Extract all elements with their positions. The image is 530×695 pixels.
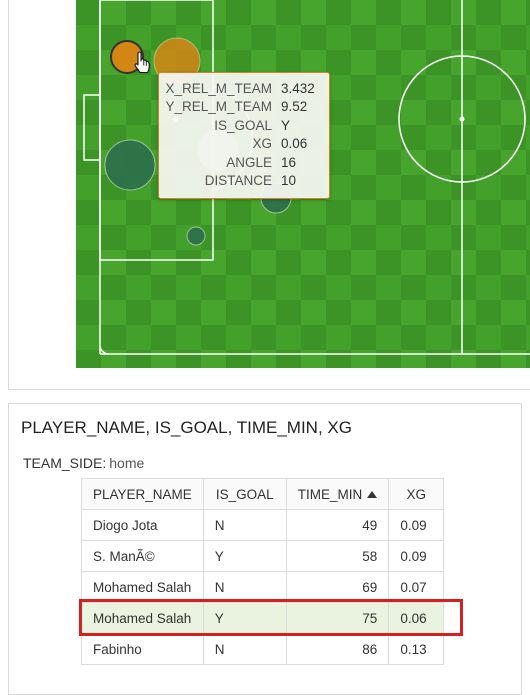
- cell-player: Mohamed Salah: [81, 571, 204, 603]
- filter-label: TEAM_SIDE:: [23, 455, 107, 471]
- table-view-panel: PLAYER_NAME, IS_GOAL, TIME_MIN, XG TEAM_…: [8, 403, 522, 695]
- team-side-filter[interactable]: TEAM_SIDE: home: [23, 455, 144, 471]
- table-row[interactable]: Mohamed Salah N 69 0.07: [81, 571, 445, 603]
- cell-player: Fabinho: [81, 633, 204, 665]
- cell-player: S. ManÃ©: [81, 540, 204, 572]
- column-header-is-goal[interactable]: IS_GOAL: [202, 478, 287, 510]
- tooltip-value: Y: [281, 118, 291, 133]
- cell-goal: N: [202, 571, 287, 603]
- hand-pointer-cursor-icon: [134, 51, 150, 74]
- shot-bubble-miss: [104, 139, 156, 191]
- results-table: PLAYER_NAME IS_GOAL TIME_MIN XG Diogo Jo…: [81, 478, 445, 665]
- tooltip-value: 0.06: [281, 136, 308, 151]
- table-row[interactable]: S. ManÃ© Y 58 0.09: [81, 540, 445, 572]
- cell-xg: 0.07: [388, 571, 445, 603]
- cell-xg: 0.09: [388, 509, 445, 541]
- cell-time: 75: [285, 602, 390, 634]
- tooltip-key: ANGLE: [226, 155, 272, 170]
- cell-xg: 0.06: [388, 602, 445, 634]
- cell-player: Mohamed Salah: [81, 602, 204, 634]
- shot-bubble-miss: [186, 226, 206, 246]
- cell-time: 49: [285, 509, 390, 541]
- column-header-player-name[interactable]: PLAYER_NAME: [81, 478, 204, 510]
- cell-time: 58: [285, 540, 390, 572]
- cell-goal: Y: [202, 602, 287, 634]
- column-header-xg[interactable]: XG: [388, 478, 445, 510]
- cell-time: 86: [285, 633, 390, 665]
- cell-goal: Y: [202, 540, 287, 572]
- cell-xg: 0.13: [388, 633, 445, 665]
- panel-title: PLAYER_NAME, IS_GOAL, TIME_MIN, XG: [21, 418, 352, 437]
- tooltip-key: XG: [252, 136, 272, 151]
- cell-goal: N: [202, 633, 287, 665]
- table-row[interactable]: Diogo Jota N 49 0.09: [81, 509, 445, 541]
- filter-value: home: [109, 455, 145, 471]
- tooltip-key: IS_GOAL: [214, 118, 272, 133]
- cell-goal: N: [202, 509, 287, 541]
- tooltip-value: 10: [281, 173, 297, 188]
- tooltip-value: 9.52: [281, 99, 308, 114]
- tooltip-key: Y_REL_M_TEAM: [165, 99, 272, 114]
- table-row-selected[interactable]: Mohamed Salah Y 75 0.06: [81, 602, 445, 634]
- sort-ascending-icon[interactable]: [367, 490, 378, 498]
- cell-time: 69: [285, 571, 390, 603]
- tooltip-value: 16: [281, 155, 297, 170]
- cell-xg: 0.09: [388, 540, 445, 572]
- data-tooltip: X_REL_M_TEAM 3.432 Y_REL_M_TEAM 9.52 IS_…: [158, 72, 330, 199]
- tooltip-key: X_REL_M_TEAM: [165, 81, 272, 96]
- tooltip-value: 3.432: [281, 81, 315, 96]
- tooltip-key: DISTANCE: [204, 173, 272, 188]
- column-header-time-min[interactable]: TIME_MIN: [285, 478, 390, 510]
- cell-player: Diogo Jota: [81, 509, 204, 541]
- table-row[interactable]: Fabinho N 86 0.13: [81, 633, 445, 665]
